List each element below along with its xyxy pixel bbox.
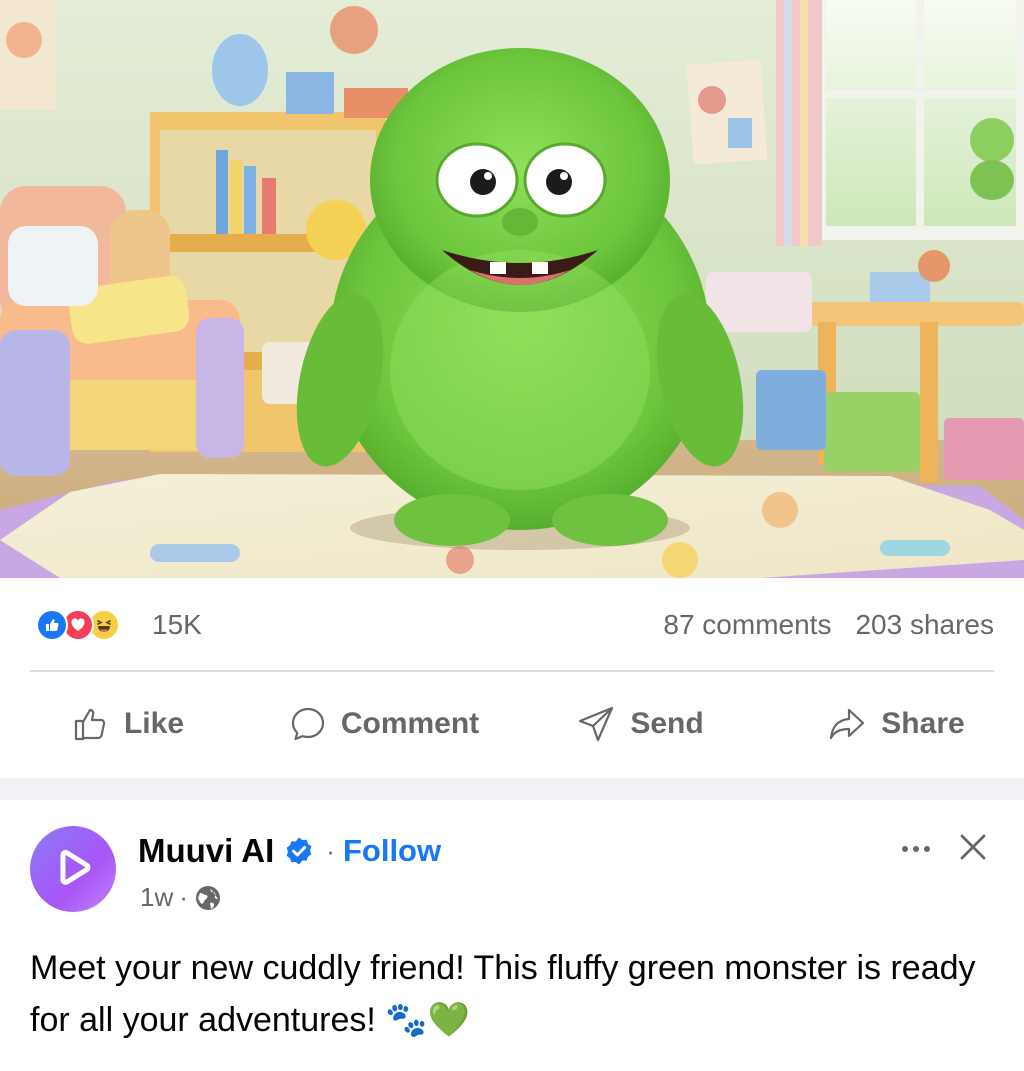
send-icon <box>579 706 614 742</box>
avatar[interactable] <box>30 826 116 912</box>
share-count[interactable]: 203 shares <box>855 608 994 642</box>
author-line: Muuvi AI · Follow <box>138 830 441 872</box>
play-logo-icon <box>60 849 91 885</box>
comment-count[interactable]: 87 comments <box>663 608 831 642</box>
share-label: Share <box>881 707 965 740</box>
send-button[interactable]: Send <box>512 680 768 768</box>
verified-badge-icon <box>286 837 312 865</box>
meta-separator: · <box>179 882 188 912</box>
send-label: Send <box>630 707 704 740</box>
thumbs-up-icon <box>74 708 106 741</box>
like-reaction-icon <box>36 609 68 641</box>
comment-bubble-icon <box>291 707 324 741</box>
dot <box>924 846 930 852</box>
engagement-stats: 15K 87 comments 203 shares <box>36 608 994 648</box>
globe-icon[interactable] <box>194 884 222 912</box>
close-icon[interactable] <box>956 830 990 864</box>
separator-dot: · <box>326 835 335 866</box>
author-name[interactable]: Muuvi AI <box>138 832 274 870</box>
comment-button[interactable]: Comment <box>256 680 512 768</box>
action-bar: Like Comment Send Share <box>0 680 1024 768</box>
like-button[interactable]: Like <box>0 680 256 768</box>
like-label: Like <box>123 707 185 740</box>
more-options-icon[interactable] <box>896 834 936 864</box>
engagement-card: 15K 87 comments 203 shares Like Comment … <box>0 578 1024 778</box>
comment-share-stats: 87 comments 203 shares <box>663 608 994 642</box>
reaction-summary[interactable]: 15K <box>36 608 202 642</box>
share-arrow-icon <box>830 708 865 740</box>
divider <box>30 670 994 672</box>
monster-illustration <box>0 0 1024 578</box>
post-time[interactable]: 1w <box>140 882 173 913</box>
dot <box>913 846 919 852</box>
share-button[interactable]: Share <box>768 680 1024 768</box>
dot <box>902 846 908 852</box>
comment-label: Comment <box>340 707 480 740</box>
post-card: Muuvi AI · Follow 1w · Meet your new cud… <box>0 800 1024 1071</box>
reaction-count[interactable]: 15K <box>152 609 202 641</box>
post-meta: 1w · <box>140 882 222 913</box>
post-caption: Meet your new cuddly friend! This fluffy… <box>30 949 976 1039</box>
post-image[interactable] <box>0 0 1024 578</box>
follow-button[interactable]: Follow <box>343 833 441 869</box>
